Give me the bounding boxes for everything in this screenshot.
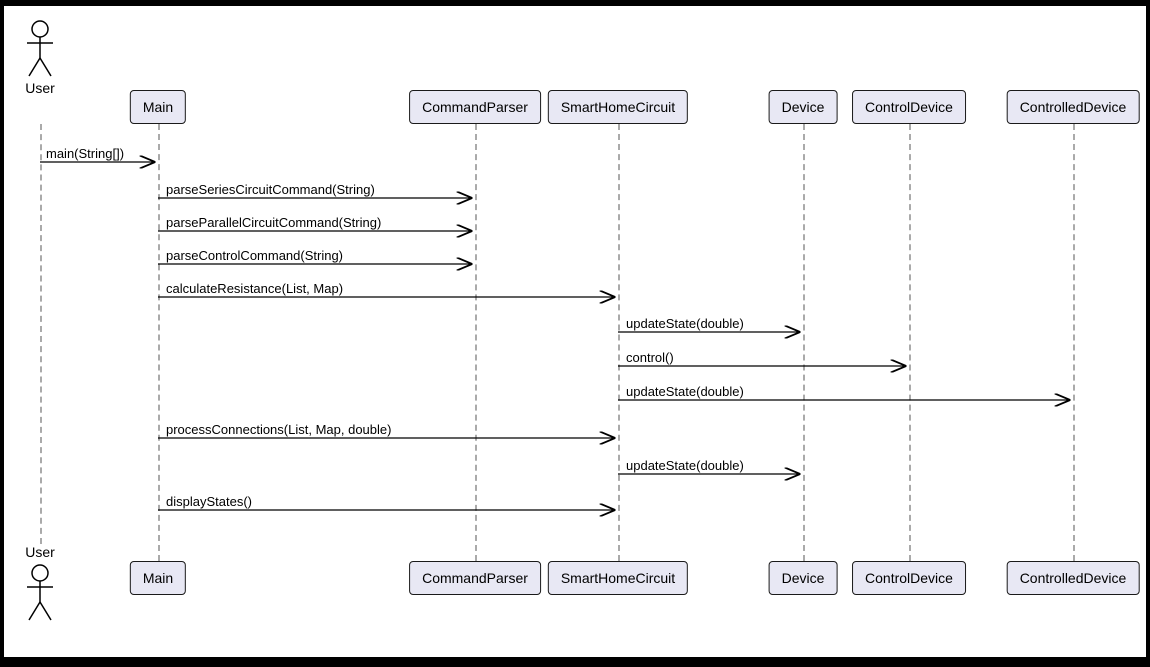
participant-controlleddevice-bottom: ControlledDevice [1007,561,1140,595]
participant-controlleddevice-top: ControlledDevice [1007,90,1140,124]
actor-user-top-label: User [25,80,55,96]
participant-controldevice-top: ControlDevice [852,90,966,124]
participant-device-bottom: Device [769,561,838,595]
participant-commandparser-bottom: CommandParser [409,561,541,595]
participant-main-bottom: Main [130,561,186,595]
participant-commandparser-top: CommandParser [409,90,541,124]
participant-smarthomecircuit-bottom: SmartHomeCircuit [548,561,688,595]
msg-parse-series: parseSeriesCircuitCommand(String) [166,182,375,197]
msg-calc-resistance: calculateResistance(List, Map) [166,281,343,296]
actor-user-bottom-label: User [25,544,55,560]
participant-main-top: Main [130,90,186,124]
msg-control: control() [626,350,674,365]
participant-device-top: Device [769,90,838,124]
participant-controldevice-bottom: ControlDevice [852,561,966,595]
msg-process-connections: processConnections(List, Map, double) [166,422,391,437]
msg-parse-parallel: parseParallelCircuitCommand(String) [166,215,381,230]
msg-parse-control: parseControlCommand(String) [166,248,343,263]
msg-update-state-1: updateState(double) [626,316,744,331]
sequence-diagram: User User Main Main CommandParse [4,6,1146,657]
msg-display-states: displayStates() [166,494,252,509]
msg-update-state-2: updateState(double) [626,384,744,399]
msg-update-state-3: updateState(double) [626,458,744,473]
participant-smarthomecircuit-top: SmartHomeCircuit [548,90,688,124]
msg-main: main(String[]) [46,146,124,161]
